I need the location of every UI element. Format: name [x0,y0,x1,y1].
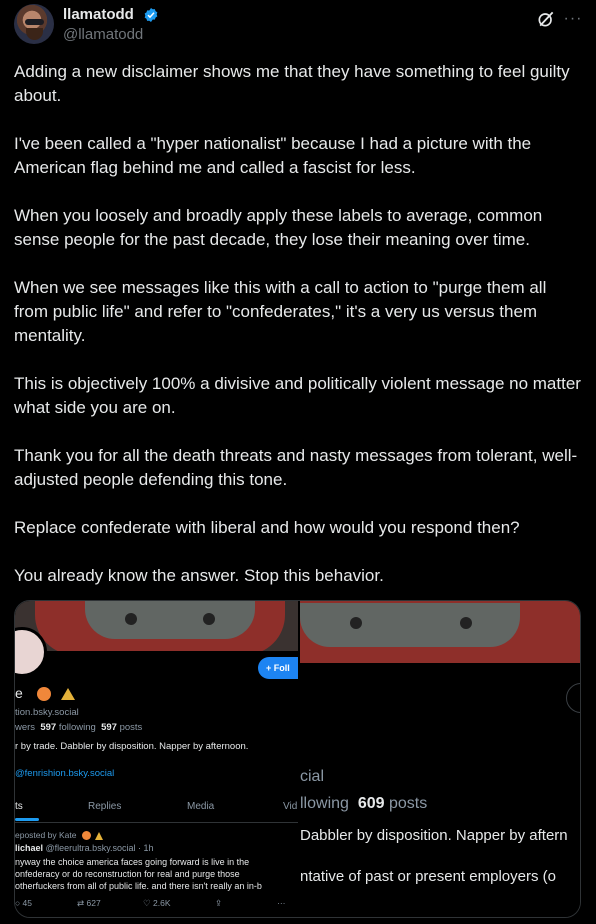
post-text-line: otherfuckers from all of public life. an… [15,881,262,891]
tweet-paragraph: When you loosely and broadly apply these… [14,206,543,249]
frog-eye [203,613,215,625]
like-count: 2.6K [153,898,171,908]
tweet-media: + Foll e tion.bsky.social wers 597 follo… [14,600,581,918]
post-author-row: lichael @fleerultra.bsky.social · 1h [15,843,154,853]
reply-action: ○ 45 [15,898,32,908]
posts-label: posts [388,795,428,812]
tweet-header: llamatodd @llamatodd ··· [14,4,586,52]
author-avatar[interactable] [14,4,54,44]
media-image-left[interactable]: + Foll e tion.bsky.social wers 597 follo… [15,601,298,917]
tweet-text: Adding a new disclaimer shows me that th… [14,60,584,612]
verified-badge-icon[interactable] [143,7,159,23]
profile-banner [15,601,298,651]
repost-action: ⇄ 627 [77,898,101,909]
frog-eye [460,617,472,629]
post-author-name: lichael [15,843,44,853]
tab-videos: Vid [283,801,298,812]
profile-disclaimer-zoomed: ntative of past or present employers (o [300,868,556,885]
banner-pot [300,601,580,663]
more-icon[interactable]: ··· [563,10,583,28]
posts-label: posts [119,722,143,733]
banner-pot [35,601,285,651]
banner-frog [85,601,255,639]
more-icon: ··· [277,898,286,908]
tweet-paragraph: Replace confederate with liberal and how… [14,518,520,537]
tweet-paragraph: I've been called a "hyper nationalist" b… [14,134,532,177]
grok-icon[interactable] [536,9,556,29]
profile-stats-zoomed: llowing 609 posts [300,795,427,813]
profile-bio-zoomed: Dabbler by disposition. Napper by aftern [300,827,568,844]
profile-name: e [15,685,23,701]
tab-media: Media [187,801,215,812]
octopus-icon [81,831,91,841]
frog-eye [350,617,362,629]
tab-replies: Replies [88,801,122,812]
like-action: ♡ 2.6K [143,898,171,909]
post-author-handle: @fleerultra.bsky.social · 1h [45,843,154,853]
followers-label: wers [15,722,36,733]
repost-indicator: eposted by Kate [15,830,104,841]
heart-icon: ♡ [143,898,151,908]
following-label: llowing [300,795,349,812]
post-actions: ○ 45 ⇄ 627 ♡ 2.6K ⇪ ··· [15,898,298,912]
profile-handle: tion.bsky.social [15,707,79,718]
repost-label: eposted by Kate [15,830,77,840]
repost-count: 627 [86,898,101,908]
profile-banner-zoomed [300,601,580,663]
tabs-divider [15,822,298,823]
avatar-glasses [25,19,44,25]
post-text-line: nyway the choice america faces going for… [15,857,250,867]
author-handle[interactable]: @llamatodd [63,26,143,43]
follow-button[interactable]: + Foll [258,657,298,679]
share-icon: ⇪ [215,898,223,908]
tweet-paragraph: You already know the answer. Stop this b… [14,566,384,585]
profile-menu-button [566,683,580,713]
profile-bio: r by trade. Dabbler by disposition. Napp… [15,741,249,752]
tab-posts: ts [15,801,23,812]
active-tab-indicator [15,818,39,821]
repost-icon: ⇄ [77,898,85,908]
following-label: following [58,722,96,733]
frog-eye [125,613,137,625]
tweet-paragraph: Adding a new disclaimer shows me that th… [14,62,570,105]
posts-count: 609 [357,795,385,812]
media-image-right[interactable]: cial llowing 609 posts Dabbler by dispos… [300,601,580,917]
avatar-beard [26,28,43,40]
tweet-paragraph: This is objectively 100% a divisive and … [14,374,581,417]
following-count: 597 [40,722,57,733]
profile-stats: wers 597 following 597 posts [15,722,142,733]
profile-name-row: e [15,685,75,702]
posts-count: 597 [101,722,117,733]
post-text-line: onfederacy or do reconstruction for real… [15,869,240,879]
octopus-icon [36,687,51,702]
profile-tabs: ts Replies Media Vid [15,801,298,819]
tweet-paragraph: Thank you for all the death threats and … [14,446,578,489]
tweet-paragraph: When we see messages like this with a ca… [14,278,547,345]
profile-handle-zoomed: cial [300,768,325,785]
reply-icon: ○ [15,898,21,908]
sailboat-icon [95,831,104,840]
reply-count: 45 [22,898,32,908]
banner-frog [300,603,520,647]
profile-link: @fenrishion.bsky.social [15,768,115,779]
sailboat-icon [60,688,75,701]
author-display-name[interactable]: llamatodd [63,6,134,23]
